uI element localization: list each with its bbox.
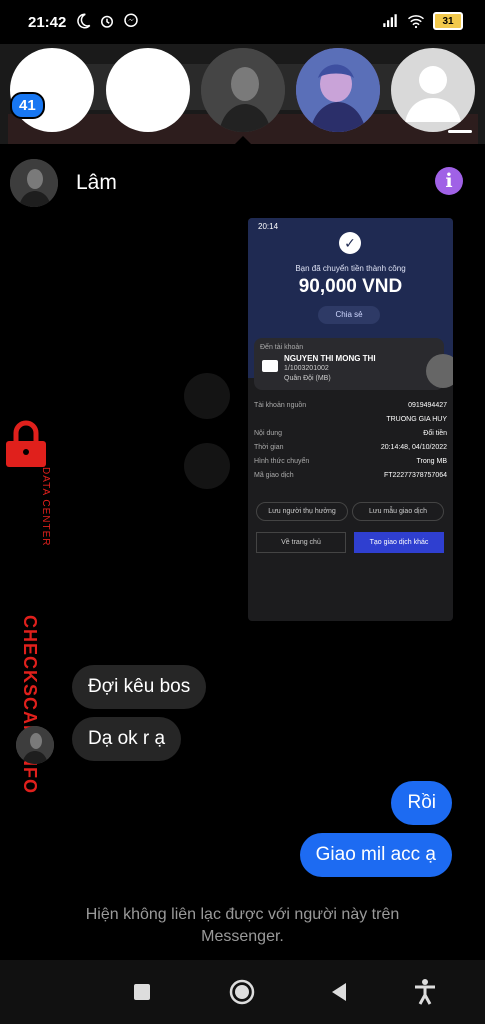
screenshot-share-label: Chia sẻ [318,306,380,324]
to-account-label: Đến tài khoản [260,344,304,351]
bank-logo-icon [262,360,278,372]
back-icon[interactable] [324,976,356,1008]
status-time: 21:42 [28,14,67,31]
chat-heads-row: 41 [0,46,485,138]
chat-head-active[interactable] [201,48,285,132]
signal-icon [383,14,397,27]
wifi-icon [408,15,424,29]
unread-badge: 41 [10,92,45,119]
home-label: Về trang chủ [256,532,346,553]
messenger-icon [124,13,138,27]
recents-icon[interactable] [126,976,158,1008]
detail-row: Thời gian 20:14:48, 04/10/2022 [254,443,447,451]
received-message[interactable]: Dạ ok r ạ [72,717,182,761]
system-nav-bar [0,960,485,1024]
avatar-photo [10,159,58,207]
watermark-text: CHECKSCAM.INFO [20,615,40,794]
detail-row: TRUONG GIA HUY [386,415,447,423]
home-icon[interactable] [226,976,258,1008]
received-message[interactable]: Đợi kêu bos [72,665,207,709]
watermark-small-text: DATA CENTER [40,467,51,547]
screenshot-time: 20:14 [258,222,279,231]
detail-row: Tài khoản nguồn 0919494427 [254,401,447,409]
avatar-photo [16,726,54,764]
avatar-photo [296,48,380,132]
account-number: 1/1003201002 [284,365,329,372]
chat-head-default-avatar[interactable] [391,48,475,132]
moon-icon [77,13,91,29]
status-bar: 21:42 31 [0,0,485,44]
chat-header: Lâm i [0,145,485,217]
active-head-pointer [234,136,252,145]
new-transaction-label: Tạo giao dịch khác [354,532,444,553]
accessibility-icon[interactable] [409,976,441,1008]
screenshot-account-card: Đến tài khoản NGUYEN THI MONG THI 1/1003… [254,338,453,390]
screenshot-title: Bạn đã chuyển tiền thành công [295,264,406,273]
info-icon[interactable]: i [435,167,463,195]
save-beneficiary-label: Lưu người thụ hưởng [256,502,348,521]
share-button[interactable] [184,373,230,419]
save-template-label: Lưu mẫu giao dịch [352,502,444,521]
recipient-name: NGUYEN THI MONG THI [284,354,376,363]
unavailable-notice: Hiện không liên lạc được với người này t… [85,906,400,945]
chat-head[interactable] [296,48,380,132]
sent-message[interactable]: Rồi [391,781,452,825]
transaction-details: Tài khoản nguồn 0919494427 TRUONG GIA HUY… [254,398,447,482]
shared-screenshot[interactable]: 20:14 ✓ Bạn đã chuyển tiền thành công 90… [248,218,453,621]
person-icon [405,66,461,122]
detail-row: Hình thức chuyển Trong MB [254,457,447,465]
contact-avatar-small[interactable] [16,726,54,764]
check-icon: ✓ [339,232,361,254]
bank-name: Quân Đội (MB) [284,375,331,382]
avatar-photo [201,48,285,132]
view-button[interactable] [184,443,230,489]
battery-indicator: 31 [433,12,463,30]
minimize-handle[interactable] [448,130,472,133]
screenshot-amount: 90,000 VND [298,276,403,297]
detail-row: Mã giao dịch FT22277378757064 [254,471,447,479]
detail-row: Nội dung Đổi tiền [254,429,447,437]
sent-message[interactable]: Giao mil acc ạ [299,833,452,877]
alarm-icon [101,15,113,28]
chat-head[interactable] [10,48,94,132]
contact-name[interactable]: Lâm [76,171,117,195]
chat-head[interactable] [106,48,190,132]
contact-avatar[interactable] [10,159,58,207]
lock-icon [6,420,46,467]
avatar [426,354,453,388]
watermark: CHECKSCAM.INFO [0,417,60,794]
